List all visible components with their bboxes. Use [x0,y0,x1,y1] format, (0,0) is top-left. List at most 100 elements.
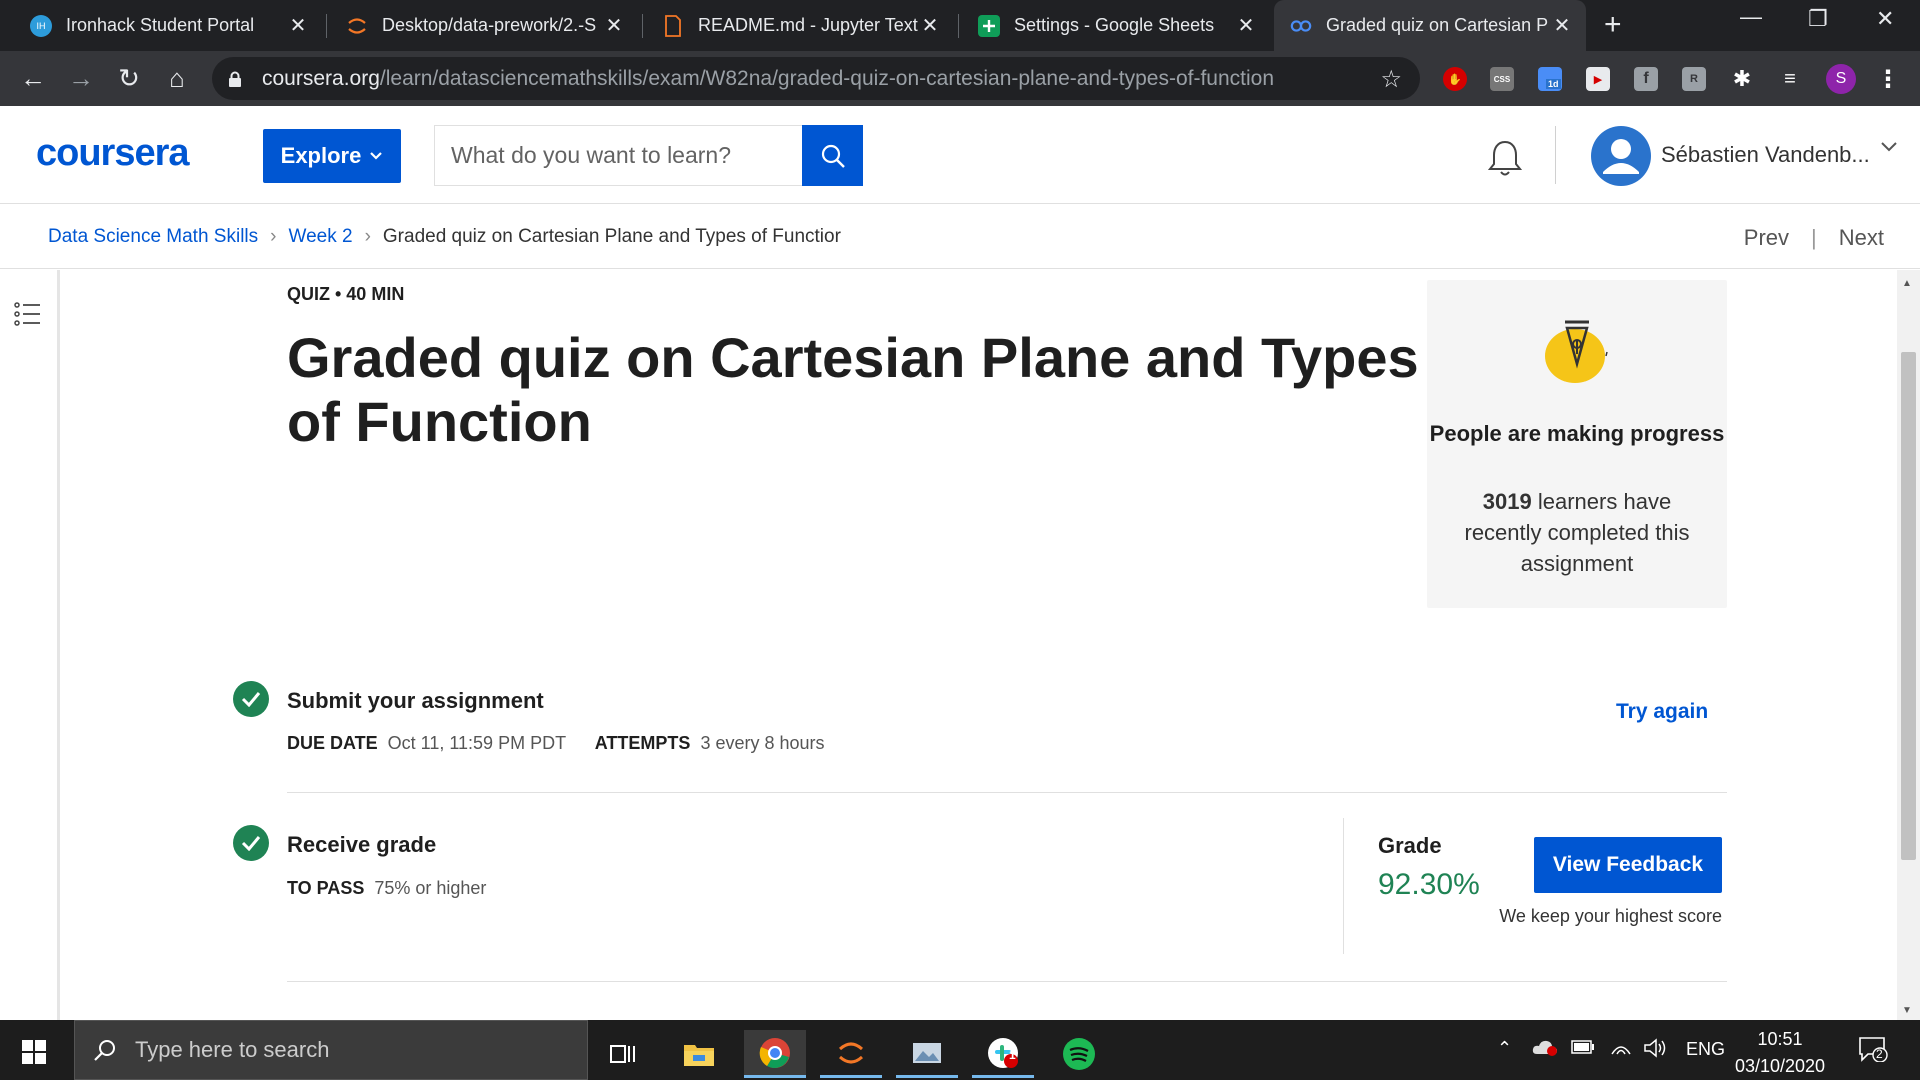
chrome-icon[interactable] [744,1030,806,1078]
submit-meta: DUE DATE Oct 11, 11:59 PM PDT ATTEMPTS 3 e… [287,733,825,754]
search-input[interactable]: What do you want to learn? [434,125,863,186]
lock-icon [228,71,242,87]
tab-jupyter[interactable]: Desktop/data-prework/2.-S ✕ [316,0,638,51]
profile-avatar[interactable]: S [1826,64,1856,94]
user-name[interactable]: Sébastien Vandenb... [1661,142,1870,168]
left-rail [0,270,60,1020]
wifi-icon[interactable] [1610,1038,1632,1061]
divider [287,792,1727,793]
show-hidden-icons[interactable]: ⌃ [1497,1038,1512,1059]
breadcrumb: Data Science Math Skills › Week 2 › Grad… [0,205,1920,269]
minimize-icon[interactable]: — [1740,4,1762,30]
address-bar[interactable]: coursera.org/learn/datasciencemathskills… [212,57,1420,100]
attempts-label: ATTEMPTS [594,733,691,753]
scroll-up-icon[interactable]: ▲ [1902,278,1912,289]
tab-sheets[interactable]: Settings - Google Sheets ✕ [948,0,1270,51]
ironhack-icon: IH [30,14,52,37]
grade-value: 92.30% [1378,868,1480,901]
divider [287,981,1727,982]
avatar[interactable] [1591,126,1651,186]
puzzle-icon[interactable]: ✱ [1730,66,1754,91]
task-view-icon[interactable] [592,1030,654,1078]
windows-start-icon[interactable] [22,1040,46,1069]
receive-title: Receive grade [287,832,437,857]
reload-icon[interactable]: ↻ [114,63,144,94]
scroll-down-icon[interactable]: ▼ [1902,1005,1912,1016]
explore-button[interactable]: Explore [263,129,401,183]
scrollbar[interactable]: ▲ ▼ [1897,270,1920,1020]
back-icon[interactable]: ← [18,63,48,94]
close-icon[interactable]: ✕ [604,13,624,38]
close-icon[interactable]: ✕ [1552,13,1572,38]
due-date-label: DUE DATE [287,733,378,753]
chevron-right-icon: › [270,225,277,247]
tab-label: Settings - Google Sheets [1014,15,1215,35]
ext-icon[interactable]: R [1682,67,1706,91]
scrollbar-thumb[interactable] [1901,352,1916,860]
tab-coursera-active[interactable]: Graded quiz on Cartesian P ✕ [1274,0,1586,51]
explore-label: Explore [280,143,362,168]
forward-icon[interactable]: → [66,63,96,94]
breadcrumb-current: Graded quiz on Cartesian Plane and Types… [382,225,841,247]
chevron-down-icon [370,152,383,160]
tab-label: README.md - Jupyter Text E [698,15,920,35]
chevron-right-icon: › [364,225,371,247]
course-outline-icon[interactable] [14,300,42,333]
tab-readme[interactable]: README.md - Jupyter Text E ✕ [632,0,954,51]
prev-link[interactable]: Prev [1744,225,1789,251]
search-button[interactable] [802,125,863,186]
view-feedback-button[interactable]: View Feedback [1534,837,1722,893]
due-date-value: Oct 11, 11:59 PM PDT [387,733,566,753]
close-icon[interactable]: ✕ [288,13,308,38]
notifications-bell-icon[interactable] [1486,138,1524,183]
restore-icon[interactable]: ❐ [1808,6,1828,32]
spotify-icon[interactable] [1048,1030,1110,1078]
jupyter-icon [346,15,368,37]
new-tab-icon[interactable]: + [1604,8,1622,42]
home-icon[interactable]: ⌂ [162,63,192,94]
notification-count: 2 [1876,1047,1883,1061]
adblock-icon[interactable]: ✋ [1443,67,1467,91]
close-icon[interactable]: ✕ [920,13,940,38]
action-center-icon[interactable]: 2 [1858,1036,1888,1067]
breadcrumb-week[interactable]: Week 2 [288,226,352,248]
site-header: coursera Explore What do you want to lea… [0,106,1920,204]
search-placeholder: What do you want to learn? [451,142,731,168]
window-close-icon[interactable]: ✕ [1876,6,1894,32]
user-icon [1603,139,1639,174]
header-divider [1555,126,1556,184]
submit-title: Submit your assignment [287,688,544,713]
jupyter-icon[interactable] [820,1030,882,1078]
menu-kebab-icon[interactable]: ⋮ [1876,66,1900,93]
to-pass-label: TO PASS [287,878,365,898]
nav-separator: | [1811,225,1817,250]
playlist-icon[interactable]: ≡ [1778,67,1802,91]
page-title: Graded quiz on Cartesian Plane and Types… [287,326,1419,453]
prev-next-nav: Prev | Next [1744,225,1884,251]
quiz-meta: QUIZ • 40 MIN [287,284,405,304]
onedrive-icon[interactable] [1532,1038,1558,1061]
volume-icon[interactable] [1643,1038,1667,1063]
battery-icon[interactable] [1571,1038,1595,1059]
next-link[interactable]: Next [1839,225,1884,251]
css-icon[interactable]: CSS [1490,67,1514,91]
media-icon[interactable]: ▶ [1586,67,1610,91]
url-text: coursera.org/learn/datasciencemathskills… [262,66,1275,90]
slack-icon[interactable]: 1 [972,1030,1034,1078]
chevron-down-icon[interactable] [1880,136,1898,159]
bookmark-star-icon[interactable]: ☆ [1380,65,1402,94]
sheets-icon [978,14,1000,37]
breadcrumb-course[interactable]: Data Science Math Skills [48,226,258,248]
calendar-icon[interactable]: 1d [1538,67,1562,91]
try-again-link[interactable]: Try again [1616,700,1708,724]
progress-title: People are making progress [1429,421,1725,446]
facebook-icon[interactable]: f [1634,67,1658,91]
close-icon[interactable]: ✕ [1236,13,1256,38]
coursera-logo[interactable]: coursera [36,132,190,175]
file-explorer-icon[interactable] [668,1030,730,1078]
photos-icon[interactable] [896,1030,958,1078]
taskbar-search-input[interactable]: Type here to search [74,1020,588,1080]
tab-ironhack[interactable]: IH Ironhack Student Portal ✕ [0,0,322,51]
system-clock[interactable]: 10:51 03/10/2020 [1720,1026,1840,1080]
windows-taskbar: Type here to search 1 ⌃ ENG 10:51 03/10/… [0,1020,1920,1080]
